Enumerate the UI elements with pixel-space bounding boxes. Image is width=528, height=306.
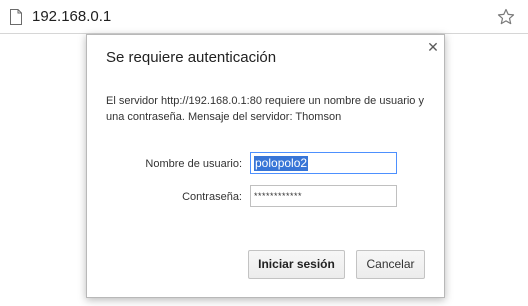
auth-dialog: Se requiere autenticación ✕ El servidor … (86, 34, 445, 298)
login-button[interactable]: Iniciar sesión (248, 250, 345, 279)
username-label: Nombre de usuario: (145, 158, 242, 170)
url-text[interactable]: 192.168.0.1 (32, 8, 111, 26)
star-icon[interactable] (497, 8, 515, 26)
username-value: polopolo2 (254, 156, 309, 171)
password-input[interactable]: ************ (250, 185, 397, 207)
close-icon[interactable]: ✕ (426, 40, 440, 54)
dialog-message: El servidor http://192.168.0.1:80 requie… (106, 95, 424, 123)
page-icon (10, 9, 22, 25)
address-bar[interactable]: 192.168.0.1 (0, 0, 528, 34)
username-input[interactable]: polopolo2 (250, 152, 397, 174)
password-label: Contraseña: (182, 191, 242, 203)
dialog-title: Se requiere autenticación (106, 49, 277, 66)
cancel-button[interactable]: Cancelar (356, 250, 425, 279)
